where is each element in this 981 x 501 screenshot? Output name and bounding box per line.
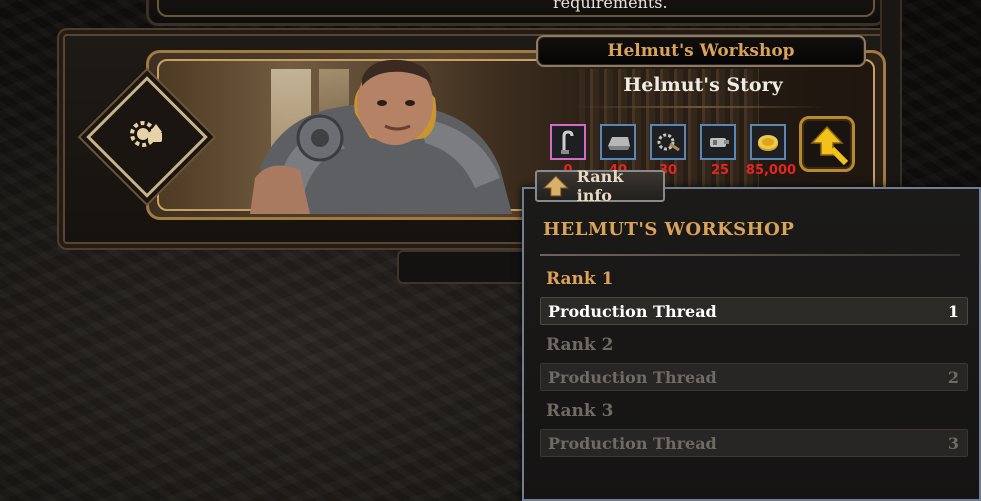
rank-heading: Rank 1	[546, 269, 614, 289]
tooltip-title: HELMUT'S WORKSHOP	[543, 219, 795, 240]
rank-heading: Rank 2	[546, 335, 614, 355]
helmut-portrait	[250, 59, 512, 214]
requirements-text: requirements.	[553, 0, 668, 12]
rank-row-label: Production Thread	[548, 302, 717, 321]
rank-row-value: 2	[947, 368, 959, 387]
story-title[interactable]: Helmut's Story	[560, 74, 846, 96]
hook-icon	[561, 130, 574, 154]
resource-count: 25	[710, 163, 730, 178]
rank-info-label: Rank info	[576, 167, 624, 205]
rank-info-tab[interactable]: Rank info	[535, 167, 665, 205]
previous-building-card	[146, 0, 886, 26]
resource-slot-hook[interactable]	[550, 124, 586, 160]
rank-row-value: 3	[947, 434, 959, 453]
rank-row-value: 1	[947, 302, 959, 321]
upgrade-button[interactable]	[799, 116, 855, 172]
resource-slot-device[interactable]	[700, 124, 736, 160]
rank-info-tooltip: HELMUT'S WORKSHOP Rank 1 Production Thre…	[522, 187, 981, 501]
resource-slot-gear-part[interactable]	[650, 124, 686, 160]
rank-up-arrow-icon	[543, 175, 569, 197]
workshop-gear-icon	[130, 121, 162, 147]
gold-coin-icon	[758, 135, 778, 151]
resource-slot-gold[interactable]	[750, 124, 786, 160]
resource-count: 85,000	[745, 163, 797, 178]
building-name-plate: Helmut's Workshop	[536, 35, 866, 67]
rank-1-row: Production Thread 1	[540, 297, 968, 325]
rank-row-label: Production Thread	[548, 368, 717, 387]
resource-slot-ingot[interactable]	[600, 124, 636, 160]
rank-heading: Rank 3	[546, 401, 614, 421]
rank-3-row: Production Thread 3	[540, 429, 968, 457]
device-icon	[710, 138, 729, 147]
gear-part-icon	[657, 133, 680, 152]
ingot-icon	[608, 137, 630, 150]
rank-2-row: Production Thread 2	[540, 363, 968, 391]
upgrade-arrow-icon	[810, 125, 849, 166]
rank-row-label: Production Thread	[548, 434, 717, 453]
